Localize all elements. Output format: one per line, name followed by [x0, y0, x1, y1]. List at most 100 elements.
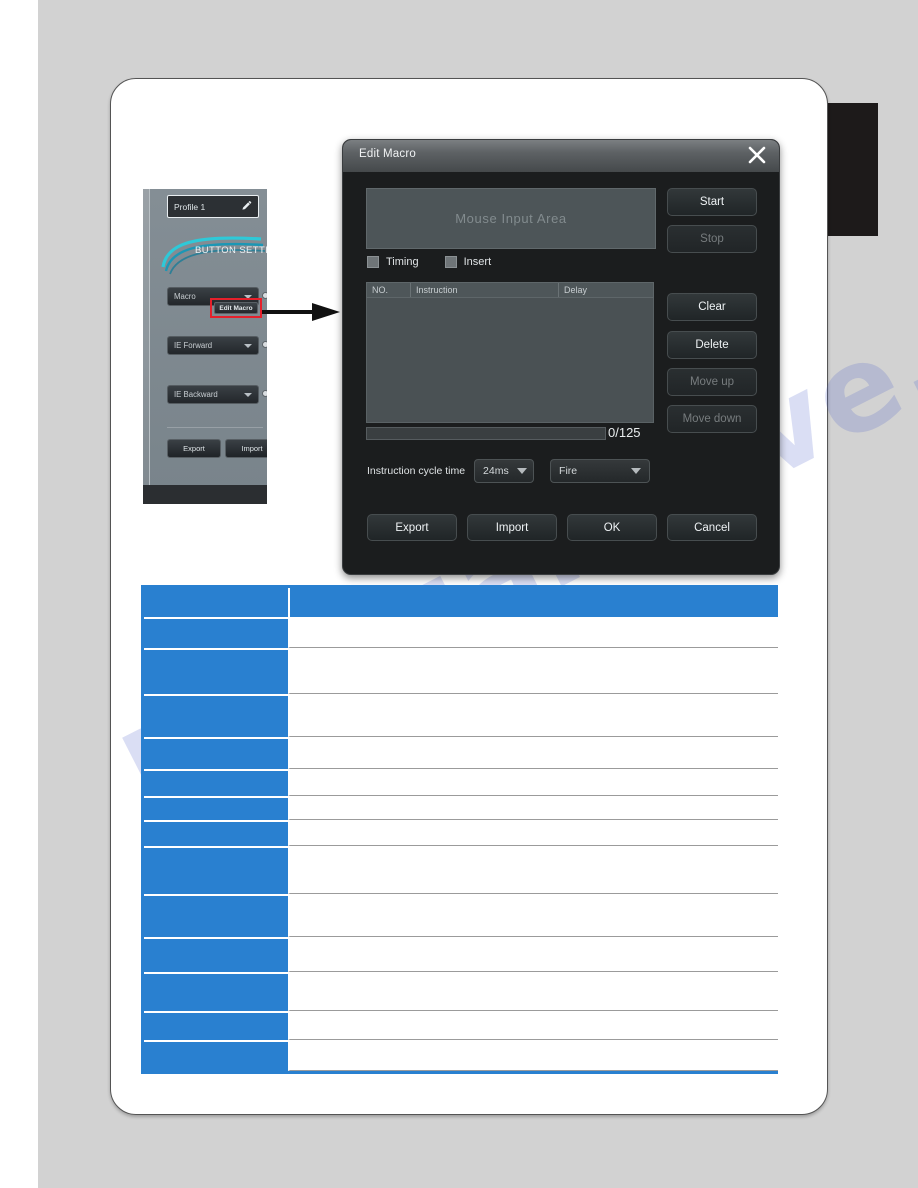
dialog-export-button[interactable]: Export [367, 514, 457, 541]
edit-macro-button-label: Edit Macro [219, 304, 253, 312]
clear-button-label: Clear [698, 301, 726, 313]
table-row [144, 894, 778, 937]
table-cell-right [288, 798, 778, 820]
table-cell-left [144, 974, 288, 1011]
table-row [144, 820, 778, 846]
table-row [144, 617, 778, 648]
spec-header-right [288, 588, 778, 617]
instruction-list-body[interactable] [366, 298, 654, 423]
table-cell-left [144, 1042, 288, 1071]
mode-value: Fire [559, 465, 578, 477]
software-panel-footer [143, 485, 267, 504]
table-cell-right [288, 650, 778, 694]
dialog-import-button[interactable]: Import [467, 514, 557, 541]
dialog-ok-label: OK [603, 521, 621, 534]
assignment-label-0: Macro [174, 292, 196, 301]
panel-import-button[interactable]: Import [225, 439, 267, 458]
clear-button[interactable]: Clear [667, 293, 757, 321]
stop-button[interactable]: Stop [667, 225, 757, 253]
table-cell-left [144, 896, 288, 937]
dialog-export-label: Export [395, 521, 429, 534]
table-cell-left [144, 696, 288, 737]
table-cell-right [288, 739, 778, 769]
edit-macro-button[interactable]: Edit Macro [214, 302, 258, 314]
macro-capacity-row: 0/125 [366, 425, 656, 441]
macro-capacity-label: 0/125 [608, 425, 641, 440]
table-cell-right [288, 1042, 778, 1071]
table-cell-left [144, 619, 288, 648]
dialog-ok-button[interactable]: OK [567, 514, 657, 541]
edit-macro-dialog: Edit Macro Mouse Input Area Timing Inser… [342, 139, 780, 575]
table-cell-right [288, 696, 778, 737]
move-down-button[interactable]: Move down [667, 405, 757, 433]
assignment-dot-2 [262, 390, 267, 397]
dialog-import-label: Import [495, 521, 529, 534]
table-cell-left [144, 650, 288, 694]
assignment-label-2: IE Backward [174, 390, 218, 399]
table-cell-right [288, 1013, 778, 1040]
checkbox-insert-box[interactable] [444, 256, 457, 268]
pointer-arrow-icon [262, 303, 340, 321]
mouse-input-area-label: Mouse Input Area [455, 211, 567, 226]
profile-selector[interactable]: Profile 1 [167, 195, 259, 218]
software-panel-screenshot: Profile 1 BUTTON SETTING Macro Edit Macr… [143, 189, 267, 504]
instruction-list: NO. Instruction Delay [366, 282, 654, 423]
chevron-down-icon [631, 468, 642, 474]
dialog-title: Edit Macro [359, 148, 416, 160]
cycle-time-label: Instruction cycle time [367, 465, 466, 477]
checkbox-timing-label: Timing [386, 256, 419, 268]
table-row [144, 1040, 778, 1071]
assignment-dot-0 [262, 292, 267, 299]
cycle-time-value: 24ms [483, 465, 509, 477]
assignment-select-ie-forward[interactable]: IE Forward [167, 336, 259, 355]
checkbox-timing[interactable]: Timing [367, 256, 419, 268]
table-row [144, 937, 778, 972]
table-cell-right [288, 848, 778, 894]
table-row [144, 769, 778, 796]
spec-table [141, 585, 778, 1074]
checkbox-insert-label: Insert [463, 256, 492, 268]
table-cell-left [144, 848, 288, 894]
table-cell-right [288, 974, 778, 1011]
table-cell-left [144, 1013, 288, 1040]
table-row [144, 796, 778, 820]
dialog-cancel-label: Cancel [694, 521, 730, 534]
chevron-down-icon [244, 343, 252, 348]
panel-export-button[interactable]: Export [167, 439, 221, 458]
stop-button-label: Stop [700, 233, 724, 245]
panel-import-label: Import [241, 444, 263, 453]
start-button-label: Start [699, 196, 725, 208]
mouse-input-area[interactable]: Mouse Input Area [366, 188, 656, 249]
spec-table-rows [144, 617, 778, 1071]
panel-divider [167, 427, 263, 428]
button-setting-heading: BUTTON SETTING [195, 245, 267, 256]
table-cell-left [144, 822, 288, 846]
spec-header-left [144, 588, 288, 617]
table-cell-right [288, 939, 778, 972]
delete-button-label: Delete [695, 339, 729, 351]
table-cell-right [288, 822, 778, 846]
checkbox-timing-box[interactable] [367, 256, 379, 268]
instruction-list-header: NO. Instruction Delay [366, 282, 654, 298]
table-row [144, 972, 778, 1011]
table-row [144, 648, 778, 694]
dialog-cancel-button[interactable]: Cancel [667, 514, 757, 541]
cycle-time-row: Instruction cycle time 24ms Fire [367, 459, 651, 483]
page-left-margin [0, 0, 38, 1188]
assignment-label-1: IE Forward [174, 341, 213, 350]
table-cell-right [288, 896, 778, 937]
table-cell-left [144, 939, 288, 972]
macro-capacity-bar [366, 427, 606, 440]
assignment-select-ie-backward[interactable]: IE Backward [167, 385, 259, 404]
column-header-no: NO. [367, 283, 411, 297]
close-icon[interactable] [746, 144, 768, 166]
move-up-button[interactable]: Move up [667, 368, 757, 396]
pencil-icon[interactable] [241, 201, 252, 212]
mode-dropdown[interactable]: Fire [550, 459, 651, 483]
delete-button[interactable]: Delete [667, 331, 757, 359]
chevron-down-icon [244, 392, 252, 397]
cycle-time-dropdown[interactable]: 24ms [474, 459, 535, 483]
start-button[interactable]: Start [667, 188, 757, 216]
checkbox-insert[interactable]: Insert [444, 256, 492, 268]
assignment-dot-1 [262, 341, 267, 348]
